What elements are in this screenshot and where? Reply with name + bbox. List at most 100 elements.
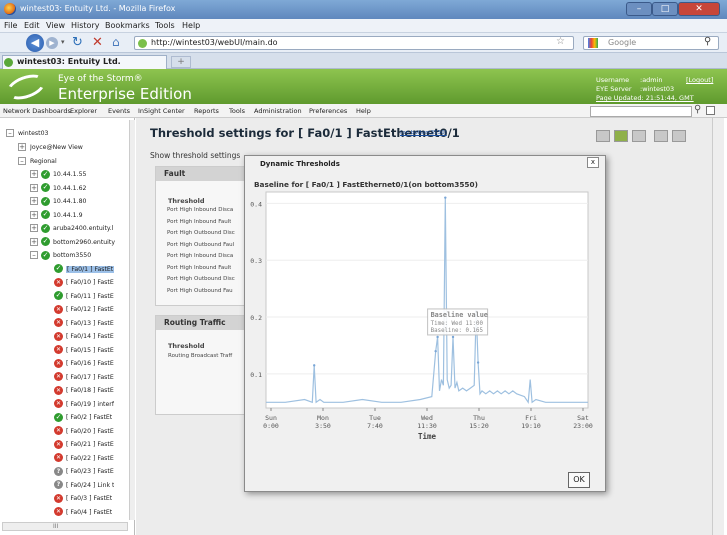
tree-item[interactable]: [ Fa0/23 ] FastE [66,468,114,475]
tree-item[interactable]: [ Fa0/20 ] FastE [66,428,114,435]
content-scrollbar[interactable] [712,118,724,535]
tree-item[interactable]: [ Fa0/10 ] FastE [66,279,114,286]
menu-tools[interactable]: Tools [229,107,245,115]
menu-reports[interactable]: Reports [194,107,219,115]
tree-expander[interactable]: + [30,183,38,192]
storm-logo-icon [3,69,49,105]
tree-expander[interactable]: + [30,237,38,246]
tree-item[interactable]: [ Fa0/19 ] interf [66,401,114,408]
menu-preferences[interactable]: Preferences [309,107,347,115]
tree-item[interactable]: [ Fa0/22 ] FastE [66,455,114,462]
tree-item[interactable]: Joyce@New View [30,144,83,151]
tree-expander[interactable]: + [30,170,38,178]
tree-item[interactable]: [ Fa0/13 ] FastE [66,320,114,327]
tree-item[interactable]: [ Fa0/18 ] FastE [66,387,114,394]
url-bar[interactable]: http://wintest03/webUI/main.do [134,36,574,50]
close-window-button[interactable]: ✕ [678,2,720,16]
tree-item[interactable]: bottom3550 [53,252,91,259]
tree-item[interactable]: 10.44.1.62 [53,185,86,192]
search-icon[interactable]: ⚲ [704,36,711,47]
maximize-button[interactable]: □ [652,2,678,16]
bar-chart-icon[interactable] [614,130,628,142]
menu-help[interactable]: Help [356,107,371,115]
window-icon[interactable] [706,106,715,115]
tree-item[interactable]: [ Fa0/11 ] FastE [66,293,114,300]
tree-expander[interactable]: + [30,224,38,232]
device-link[interactable]: (on bottom3550) [400,130,447,136]
tree-item[interactable]: [ Fa0/1 ] FastEt [66,265,115,273]
tree-item[interactable]: [ Fa0/15 ] FastE [66,347,114,354]
tooltip-time: Time: Wed 11:00 [431,321,484,327]
status-error-icon: ✕ [54,507,63,516]
app-search-input[interactable] [590,106,692,117]
menu-bookmarks[interactable]: Bookmarks [105,21,150,30]
tree-item[interactable]: [ Fa0/12 ] FastE [66,306,114,313]
back-button[interactable]: ◀ [26,34,44,52]
tree-item[interactable]: [ Fa0/17 ] FastE [66,374,114,381]
graph-icon[interactable] [632,130,646,142]
menu-insight-center[interactable]: InSight Center [138,107,185,115]
bookmark-star-icon[interactable]: ☆ [556,36,565,47]
tree-item[interactable]: [ Fa0/2 ] FastEt [66,414,112,421]
menu-explorer[interactable]: Explorer [70,107,97,115]
tree-item[interactable]: [ Fa0/21 ] FastE [66,441,114,448]
tree-item[interactable]: [ Fa0/16 ] FastE [66,360,114,367]
menu-file[interactable]: File [4,21,17,30]
sidebar-h-scrollbar[interactable]: III [2,522,128,531]
reload-icon[interactable]: ↻ [72,35,83,50]
menu-help[interactable]: Help [182,21,200,30]
tree-expander[interactable]: + [30,197,38,205]
routing-panel: Routing Traffic Threshold Routing Broadc… [155,315,245,415]
sidebar-scrollbar[interactable] [129,120,135,520]
search-box[interactable]: Google [583,36,719,50]
print-icon[interactable] [654,130,668,142]
data-point [476,361,480,364]
tree-item[interactable]: 10.44.1.55 [53,171,86,178]
tree-item[interactable]: [ Fa0/24 ] Link t [66,482,114,489]
tree-expander[interactable]: – [30,251,38,259]
tree-item[interactable]: [ Fa0/14 ] FastE [66,333,114,340]
tree-item[interactable]: Regional [30,158,57,165]
tree-root[interactable]: wintest03 [18,130,48,137]
page-updated: Page Updated: 21:51:44, GMT [596,94,694,102]
tree-item[interactable]: 10.44.1.80 [53,198,86,205]
menu-view[interactable]: View [46,21,65,30]
dialog-close-button[interactable]: x [587,157,599,168]
forward-button[interactable]: ▶ [46,37,58,49]
tree-expander[interactable]: + [30,210,38,219]
menu-edit[interactable]: Edit [24,21,40,30]
tree-expander[interactable]: – [6,129,14,137]
status-error-icon: ✕ [54,345,63,354]
minimize-button[interactable]: – [626,2,652,16]
export-icon[interactable] [672,130,686,142]
tree-expander[interactable]: + [18,143,26,151]
data-point [436,335,439,339]
browser-tab[interactable]: wintest03: Entuity Ltd. [2,55,167,69]
status-ok-icon: ✓ [54,291,63,300]
tree-item[interactable]: aruba2400.entuity.l [53,225,113,232]
tree-item[interactable]: 10.44.1.9 [53,212,83,219]
tree-expander[interactable]: – [18,156,26,165]
tree-item[interactable]: bottom2960.entuity [53,239,115,246]
status-unknown-icon: ? [54,480,63,489]
stop-icon[interactable]: ✕ [92,35,103,50]
new-tab-button[interactable]: + [171,56,191,68]
menu-history[interactable]: History [71,21,99,30]
dropdown-icon[interactable]: ▾ [61,38,65,46]
search-icon[interactable]: ⚲ [694,104,701,115]
menu-tools[interactable]: Tools [155,21,175,30]
tree-item[interactable]: [ Fa0/4 ] FastEt [66,509,112,516]
tree-item[interactable]: [ Fa0/3 ] FastEt [66,495,112,502]
logout-link[interactable]: [Logout] [686,76,713,84]
menu-network-dashboards[interactable]: Network Dashboards [3,107,71,115]
home-icon[interactable]: ⌂ [112,35,120,49]
menu-events[interactable]: Events [108,107,130,115]
firefox-icon [4,3,16,15]
app-header: Eye of the Storm® Enterprise Edition Use… [0,69,727,105]
ok-button[interactable]: OK [568,472,590,488]
y-tick-label: 0.1 [250,371,262,379]
x-tick-day: Fri [525,414,537,422]
google-icon [588,38,598,48]
menu-administration[interactable]: Administration [254,107,302,115]
chart-view-icon[interactable] [596,130,610,142]
